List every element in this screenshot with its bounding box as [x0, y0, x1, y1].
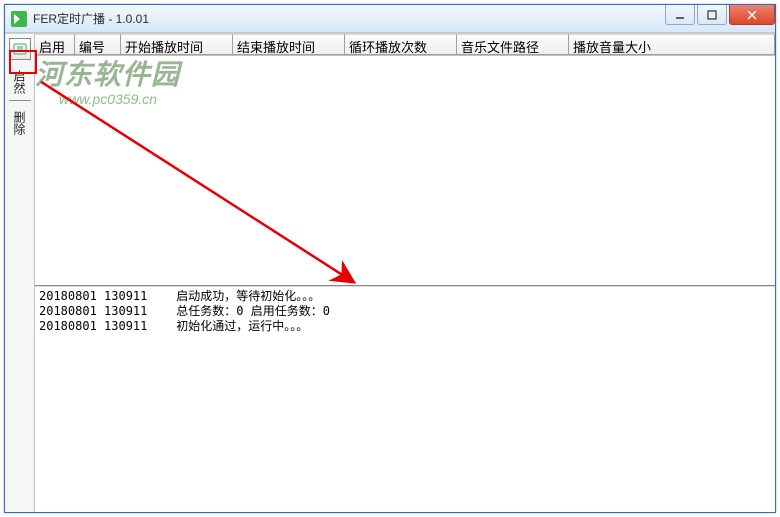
log-pane[interactable]: 20180801 130911 启动成功，等待初始化。。。 20180801 1…: [35, 286, 775, 512]
maximize-button[interactable]: [697, 5, 727, 25]
window-title: FER定时广播 - 1.0.01: [33, 10, 149, 27]
log-row: 20180801 130911 启动成功，等待初始化。。。: [39, 289, 771, 304]
main-area: 启用 编号 开始播放时间 结束播放时间 循环播放次数 音乐文件路径 播放音量大小…: [35, 34, 775, 512]
app-icon: [11, 11, 27, 27]
col-id[interactable]: 编号: [75, 34, 121, 55]
sidebar-label-1: 启然: [11, 70, 28, 94]
col-volume[interactable]: 播放音量大小: [569, 34, 775, 55]
client-area: 启然 删除 启用 编号 开始播放时间 结束播放时间 循环播放次数 音乐文件路径 …: [5, 33, 775, 512]
col-loops[interactable]: 循环播放次数: [345, 34, 457, 55]
window-controls: [663, 5, 775, 25]
app-window: FER定时广播 - 1.0.01 启然 删除: [4, 4, 776, 513]
col-end[interactable]: 结束播放时间: [233, 34, 345, 55]
log-row: 20180801 130911 初始化通过，运行中。。。: [39, 319, 771, 334]
log-row: 20180801 130911 总任务数：0 启用任务数：0: [39, 304, 771, 319]
close-button[interactable]: [729, 5, 775, 25]
minimize-button[interactable]: [665, 5, 695, 25]
col-path[interactable]: 音乐文件路径: [457, 34, 569, 55]
titlebar[interactable]: FER定时广播 - 1.0.01: [5, 5, 775, 33]
grid-header: 启用 编号 开始播放时间 结束播放时间 循环播放次数 音乐文件路径 播放音量大小: [35, 34, 775, 56]
left-toolbar: 启然 删除: [5, 34, 35, 512]
grid-body[interactable]: [35, 56, 775, 286]
sidebar-divider: [9, 100, 31, 101]
sidebar-label-2: 删除: [11, 111, 28, 135]
col-enable[interactable]: 启用: [35, 34, 75, 55]
add-task-button[interactable]: [9, 38, 31, 60]
col-start[interactable]: 开始播放时间: [121, 34, 233, 55]
